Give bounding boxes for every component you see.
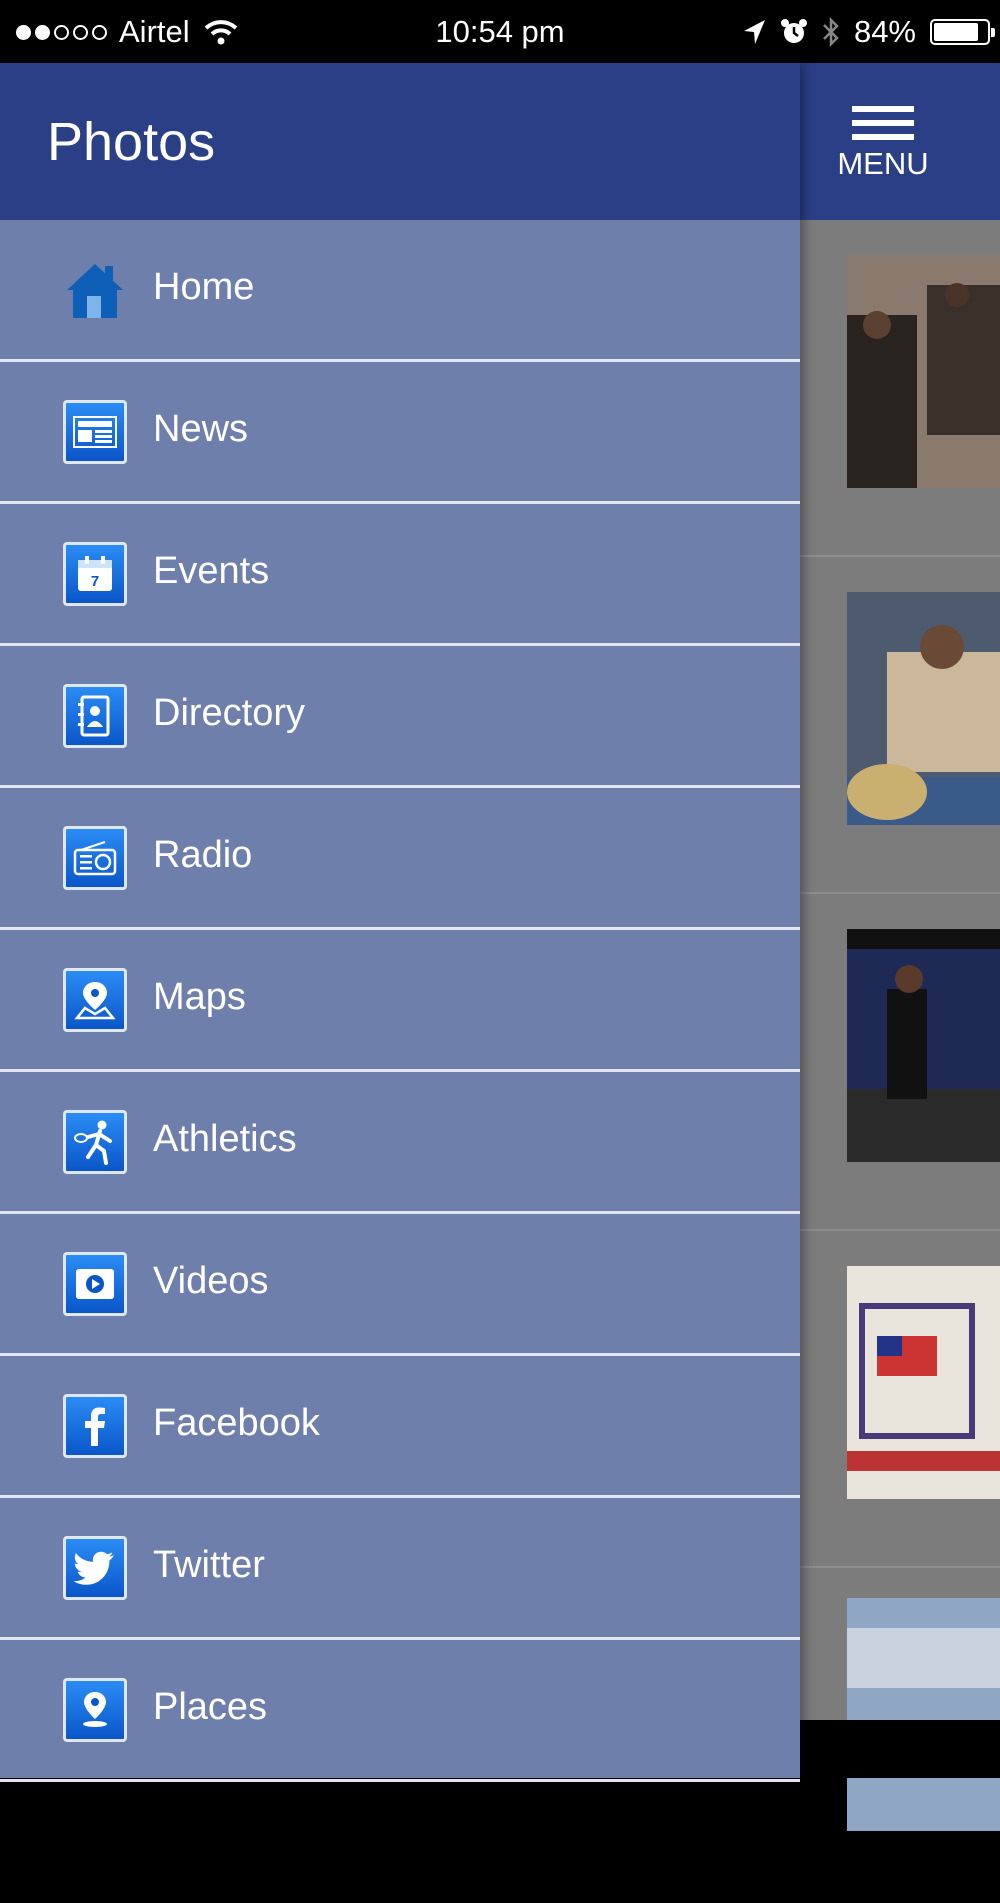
- photo-thumbnail[interactable]: [847, 1598, 1000, 1831]
- hamburger-icon: [833, 106, 933, 140]
- photo-row[interactable]: [800, 894, 1000, 1231]
- svg-text:7: 7: [91, 573, 99, 590]
- menu-item-radio[interactable]: Radio: [0, 788, 800, 930]
- home-icon: [63, 258, 127, 322]
- menu-item-label: Directory: [153, 692, 306, 734]
- bluetooth-icon: [823, 16, 839, 48]
- menu-button-label: MENU: [837, 146, 929, 181]
- menu-item-events[interactable]: 7 Events: [0, 504, 800, 646]
- menu-item-maps[interactable]: Maps: [0, 930, 800, 1072]
- page-title: Photos: [47, 112, 216, 172]
- battery-icon: [930, 19, 995, 45]
- menu-item-label: Maps: [153, 976, 246, 1018]
- menu-item-places[interactable]: Places: [0, 1640, 800, 1782]
- photo-thumbnail[interactable]: [847, 1266, 1000, 1499]
- menu-item-label: Twitter: [153, 1544, 265, 1586]
- menu-item-label: Facebook: [153, 1402, 320, 1444]
- bottom-bar: [800, 1720, 1000, 1778]
- menu-item-label: Videos: [153, 1260, 269, 1302]
- contact-book-icon: [63, 684, 127, 748]
- photo-row[interactable]: [800, 220, 1000, 557]
- menu-item-label: Athletics: [153, 1118, 297, 1160]
- photo-list: [800, 220, 1000, 1831]
- tennis-player-icon: [63, 1110, 127, 1174]
- menu-item-twitter[interactable]: Twitter: [0, 1498, 800, 1640]
- newspaper-icon: [63, 400, 127, 464]
- photo-row[interactable]: [800, 1231, 1000, 1568]
- menu-list: Home News 7 Events Directory Radio Maps …: [0, 220, 800, 1782]
- menu-item-videos[interactable]: Videos: [0, 1214, 800, 1356]
- menu-button[interactable]: MENU: [833, 106, 933, 182]
- photo-row[interactable]: [800, 557, 1000, 894]
- calendar-icon: 7: [63, 542, 127, 606]
- menu-item-label: Events: [153, 550, 270, 592]
- radio-icon: [63, 826, 127, 890]
- battery-percent: 84%: [853, 14, 916, 49]
- menu-item-news[interactable]: News: [0, 362, 800, 504]
- alarm-icon: [780, 19, 807, 43]
- place-pin-icon: [63, 1678, 127, 1742]
- photo-thumbnail[interactable]: [847, 255, 1000, 488]
- menu-item-facebook[interactable]: Facebook: [0, 1356, 800, 1498]
- photo-thumbnail[interactable]: [847, 592, 1000, 825]
- video-play-icon: [63, 1252, 127, 1316]
- twitter-bird-icon: [63, 1536, 127, 1600]
- menu-item-label: Places: [153, 1686, 268, 1728]
- menu-item-label: Radio: [153, 834, 253, 876]
- menu-item-label: News: [153, 408, 249, 450]
- map-pin-icon: [63, 968, 127, 1032]
- menu-item-home[interactable]: Home: [0, 220, 800, 362]
- menu-item-label: Home: [153, 266, 255, 308]
- app-header: MENU: [800, 63, 1000, 220]
- photo-thumbnail[interactable]: [847, 929, 1000, 1162]
- facebook-icon: [63, 1394, 127, 1458]
- location-arrow-icon: [743, 20, 765, 44]
- menu-item-athletics[interactable]: Athletics: [0, 1072, 800, 1214]
- menu-item-directory[interactable]: Directory: [0, 646, 800, 788]
- navigation-drawer: Photos Home News 7 Events Directory Radi…: [0, 63, 800, 1782]
- drawer-header: Photos: [0, 63, 800, 220]
- status-bar: Airtel 10:54 pm 84%: [0, 0, 1000, 63]
